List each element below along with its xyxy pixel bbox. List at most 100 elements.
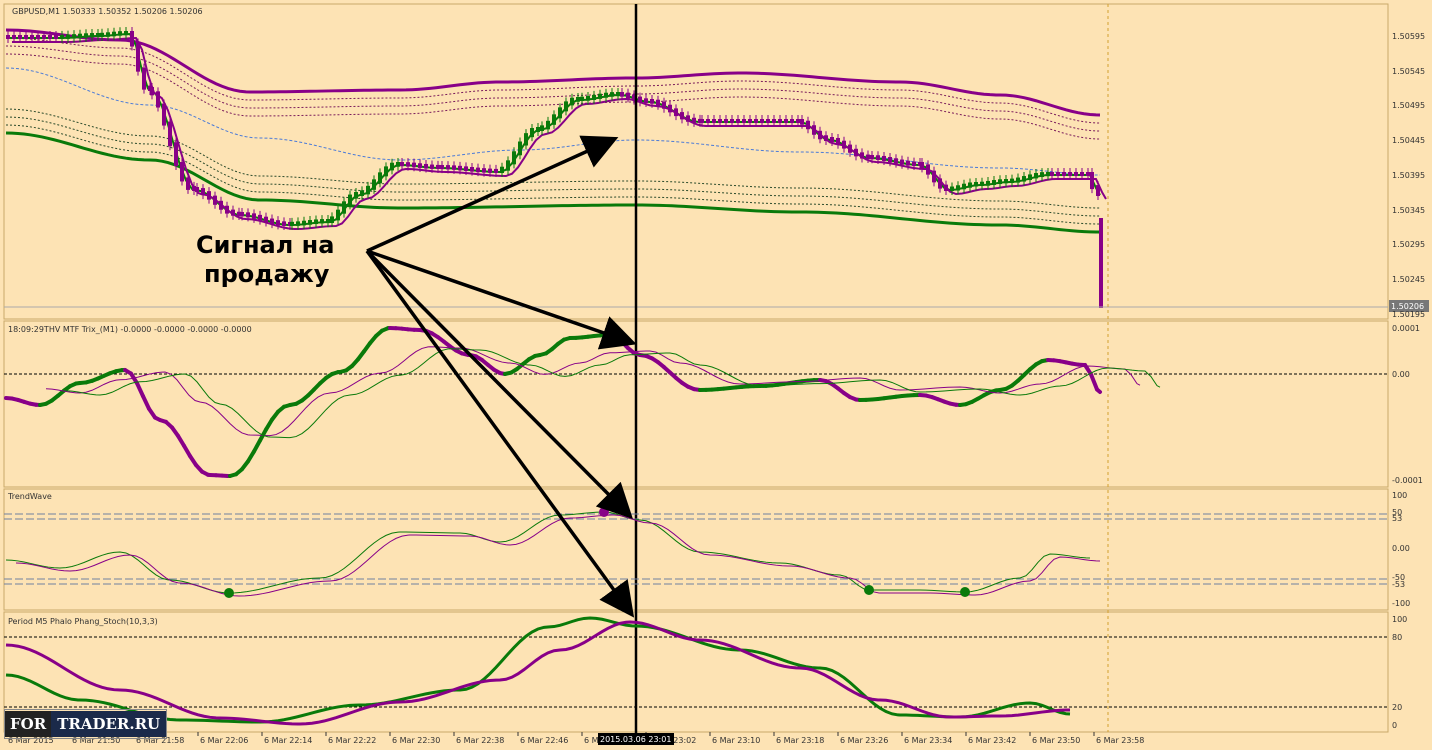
candle-body [42,35,46,39]
candle-body [854,148,858,157]
trix-lines [4,326,1161,478]
candle-body [54,35,58,39]
candle-body [736,119,740,123]
stoch-axis: 100 80 20 0 [1392,615,1407,730]
time-label: 6 Mar 23:18 [776,736,824,745]
trendwave-title: TrendWave [7,492,52,501]
time-label: 6 Mar 23:42 [968,736,1016,745]
candle-body [784,119,788,123]
candle-body [6,35,10,39]
candle-body [1096,185,1100,196]
candle-body [162,103,166,126]
candle-body [662,101,666,109]
candle-body [124,31,128,36]
trendwave-axis: 100 50 53 0.00 -50 -53 -100 [1392,491,1410,608]
trading-chart[interactable]: 1.50206 GBPUSD,M1 1.50333 1.50352 1.5020… [0,0,1432,750]
candle-body [354,192,358,199]
candle-body [494,168,498,173]
candle-body [974,182,978,187]
candle-body [656,99,660,106]
candle-body [84,33,88,38]
candle-body [1090,172,1094,190]
candle-body [308,220,312,225]
candle-body [686,115,690,122]
candle-body [524,133,528,146]
candle-body [818,130,822,140]
candle-body [1086,172,1090,176]
trendwave-lines [5,511,1101,597]
trix-segment [135,381,145,399]
candle-body [926,164,930,175]
candle-body [412,162,416,168]
candle-body [246,212,250,218]
svg-text:1.50545: 1.50545 [1392,67,1425,76]
candle-body [225,205,229,214]
candle-body [130,31,134,47]
cursor-time-label: 2015.03.06 23:01 [600,735,671,744]
candle-body [1022,176,1026,182]
candle-body [1016,177,1020,183]
svg-text:1.50495: 1.50495 [1392,101,1425,110]
candle-body [900,159,904,165]
candle-body [174,142,178,166]
candle-body [336,209,340,221]
candle-body [800,119,804,125]
candle-body [424,163,428,169]
candle-body [348,194,352,206]
logo-right: TRADER.RU [51,711,167,737]
candle-body [258,214,262,221]
candle-body [848,144,852,153]
signal-label-line1: Сигнал на [196,231,334,259]
candle-body [730,119,734,123]
candle-body [638,96,642,103]
candle-body [680,112,684,120]
candle-body [240,212,244,217]
candle-body [766,119,770,123]
candle-body [282,221,286,226]
candle-body [576,97,580,102]
last-candle [1099,218,1103,308]
trix-panel [3,320,1389,488]
candle-body [180,162,184,182]
time-label: 6 Mar 22:38 [456,736,504,745]
candle-body [96,33,100,38]
candle-body [186,177,190,190]
candle-body [106,32,110,37]
candle-body [866,154,870,159]
candle-body [488,168,492,173]
candle-body [598,93,602,99]
candle-body [882,155,886,162]
candle-body [219,200,223,210]
candle-body [530,128,534,138]
candle-body [558,107,562,119]
candle-body [570,97,574,106]
candle-body [112,31,116,37]
candle-body [650,99,654,104]
candle-body [616,92,620,97]
candle-body [1010,178,1014,183]
candle-body [778,119,782,123]
candle-body [446,165,450,170]
candle-body [24,35,28,39]
candle-body [790,119,794,123]
fortrader-logo[interactable]: FOR TRADER.RU [4,709,168,739]
candle-body [506,160,510,171]
candle-body [476,167,480,173]
candle-body [748,119,752,123]
time-label: 6 Mar 23:50 [1032,736,1080,745]
time-axis: 6 Mar 2015 6 Mar 21:50 6 Mar 21:58 6 Mar 22… [5,732,1144,745]
svg-text:0.00: 0.00 [1392,544,1410,553]
candle-body [700,119,704,123]
svg-text:80: 80 [1392,633,1402,642]
svg-text:20: 20 [1392,703,1402,712]
candle-body [396,162,400,167]
candle-body [842,140,846,149]
candle-body [30,35,34,39]
candle-body [48,35,52,39]
candle-body [796,119,800,123]
candle-body [314,219,318,225]
candle-body [1034,173,1038,179]
svg-text:-100: -100 [1392,599,1410,608]
price-axis: 1.50595 1.50545 1.50495 1.50445 1.50395 … [1392,32,1425,319]
candle-body [150,87,154,96]
